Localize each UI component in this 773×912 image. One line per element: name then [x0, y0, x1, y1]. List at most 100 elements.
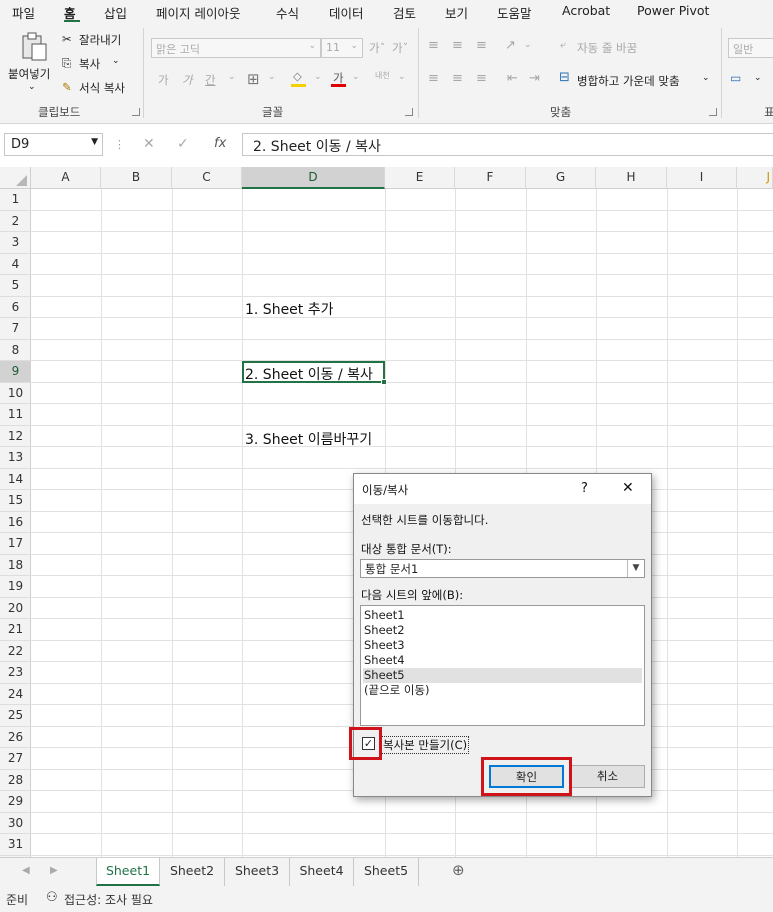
clipboard-launcher-icon[interactable]	[132, 108, 140, 116]
align-center-icon[interactable]: ≡	[452, 71, 463, 86]
row-header-24[interactable]: 24	[0, 684, 31, 705]
row-header-3[interactable]: 3	[0, 232, 31, 254]
row-header-30[interactable]: 30	[0, 813, 31, 834]
cell-d12[interactable]: 3. Sheet 이름바꾸기	[245, 429, 372, 449]
phonetic-button[interactable]: 내천	[375, 70, 390, 81]
list-item[interactable]: Sheet1	[363, 608, 642, 623]
row-header-16[interactable]: 16	[0, 512, 31, 533]
copy-button[interactable]: 복사	[79, 56, 100, 72]
border-chevron-icon[interactable]: ⌄	[268, 72, 276, 82]
paste-chevron-icon[interactable]: ⌄	[28, 82, 36, 92]
cut-button[interactable]: 잘라내기	[79, 32, 121, 48]
fill-chevron-icon[interactable]: ⌄	[314, 72, 322, 82]
italic-button[interactable]: 가	[182, 72, 193, 88]
tab-file[interactable]: 파일	[12, 3, 35, 22]
row-header-6[interactable]: 6	[0, 297, 31, 318]
row-header-19[interactable]: 19	[0, 576, 31, 598]
sheet-tab-1[interactable]: Sheet1	[96, 858, 160, 886]
row-header-21[interactable]: 21	[0, 619, 31, 641]
currency-icon[interactable]: ▭	[730, 71, 741, 85]
font-color-chevron-icon[interactable]: ⌄	[352, 72, 360, 82]
phonetic-chevron-icon[interactable]: ⌄	[398, 72, 406, 82]
font-launcher-icon[interactable]	[405, 108, 413, 116]
row-header-12[interactable]: 12	[0, 426, 31, 447]
row-header-22[interactable]: 22	[0, 641, 31, 662]
list-item[interactable]: Sheet3	[363, 638, 642, 653]
col-header-j[interactable]: J	[737, 167, 773, 189]
row-header-18[interactable]: 18	[0, 555, 31, 576]
scroll-left-icon[interactable]: ◀	[22, 865, 30, 876]
before-sheet-list[interactable]: Sheet1 Sheet2 Sheet3 Sheet4 Sheet5 (끝으로 …	[360, 605, 645, 726]
border-icon[interactable]: ⊞	[247, 70, 260, 88]
col-header-e[interactable]: E	[385, 167, 455, 189]
number-format-select[interactable]: 일반	[728, 38, 773, 58]
row-header-7[interactable]: 7	[0, 318, 31, 340]
underline-button[interactable]: 간	[205, 72, 216, 88]
merge-center-button[interactable]: 병합하고 가운데 맞춤	[577, 73, 680, 89]
row-header-4[interactable]: 4	[0, 254, 31, 275]
col-header-f[interactable]: F	[455, 167, 526, 189]
fill-color-icon[interactable]: ◇	[293, 69, 302, 83]
paste-button[interactable]: 붙여넣기	[8, 66, 50, 82]
fill-handle[interactable]	[381, 379, 387, 385]
row-header-5[interactable]: 5	[0, 275, 31, 297]
col-header-h[interactable]: H	[596, 167, 667, 189]
list-item[interactable]: (끝으로 이동)	[363, 683, 642, 698]
row-header-26[interactable]: 26	[0, 727, 31, 748]
scroll-right-icon[interactable]: ▶	[50, 865, 58, 876]
copy-checkbox-label[interactable]: 복사본 만들기(C)	[381, 736, 470, 754]
col-header-g[interactable]: G	[526, 167, 596, 189]
col-header-i[interactable]: I	[667, 167, 737, 189]
row-header-9[interactable]: 9	[0, 361, 31, 383]
decrease-indent-icon[interactable]: ⇤	[507, 71, 518, 86]
tab-data[interactable]: 데이터	[329, 3, 364, 22]
row-header-23[interactable]: 23	[0, 662, 31, 684]
row-header-29[interactable]: 29	[0, 791, 31, 813]
add-sheet-icon[interactable]: ⊕	[452, 861, 465, 879]
row-header-28[interactable]: 28	[0, 770, 31, 791]
row-header-10[interactable]: 10	[0, 383, 31, 404]
sheet-tab-5[interactable]: Sheet5	[354, 858, 419, 886]
tab-power-pivot[interactable]: Power Pivot	[637, 3, 709, 18]
row-header-17[interactable]: 17	[0, 533, 31, 555]
row-header-31[interactable]: 31	[0, 834, 31, 856]
col-header-c[interactable]: C	[172, 167, 242, 189]
row-header-25[interactable]: 25	[0, 705, 31, 727]
row-header-1[interactable]: 1	[0, 189, 31, 211]
row-header-27[interactable]: 27	[0, 748, 31, 770]
cancel-button[interactable]: 취소	[570, 765, 645, 788]
paste-icon[interactable]	[20, 32, 48, 62]
close-icon[interactable]: ✕	[622, 480, 634, 496]
row-header-20[interactable]: 20	[0, 598, 31, 619]
align-bottom-icon[interactable]: ≡	[476, 38, 487, 53]
list-item[interactable]: Sheet4	[363, 653, 642, 668]
cancel-entry-icon[interactable]: ✕	[143, 136, 155, 152]
row-header-2[interactable]: 2	[0, 211, 31, 232]
insert-function-icon[interactable]: fx	[214, 136, 226, 151]
row-header-14[interactable]: 14	[0, 469, 31, 490]
row-header-13[interactable]: 13	[0, 447, 31, 469]
copy-chevron-icon[interactable]: ⌄	[112, 56, 120, 66]
wrap-text-button[interactable]: 자동 줄 바꿈	[577, 40, 637, 56]
col-header-b[interactable]: B	[101, 167, 172, 189]
font-name-select[interactable]: 맑은 고딕 ⌄	[151, 38, 321, 58]
list-item[interactable]: Sheet2	[363, 623, 642, 638]
list-item-selected[interactable]: Sheet5	[363, 668, 642, 683]
currency-chevron-icon[interactable]: ⌄	[754, 73, 762, 83]
confirm-entry-icon[interactable]: ✓	[177, 136, 189, 152]
row-header-15[interactable]: 15	[0, 490, 31, 512]
align-top-icon[interactable]: ≡	[428, 38, 439, 53]
tab-view[interactable]: 보기	[445, 3, 468, 22]
dialog-titlebar[interactable]: 이동/복사 ? ✕	[354, 474, 651, 504]
align-left-icon[interactable]: ≡	[428, 71, 439, 86]
tab-review[interactable]: 검토	[393, 3, 416, 22]
alignment-launcher-icon[interactable]	[709, 108, 717, 116]
help-button[interactable]: ?	[581, 481, 588, 496]
tab-formulas[interactable]: 수식	[276, 3, 299, 22]
align-middle-icon[interactable]: ≡	[452, 38, 463, 53]
target-workbook-select[interactable]: 통합 문서1 ▼	[360, 559, 645, 578]
tab-acrobat[interactable]: Acrobat	[562, 3, 610, 18]
formula-input[interactable]: 2. Sheet 이동 / 복사	[242, 133, 773, 156]
font-size-select[interactable]: 11 ⌄	[321, 38, 363, 58]
accessibility-status[interactable]: 접근성: 조사 필요	[64, 891, 153, 908]
